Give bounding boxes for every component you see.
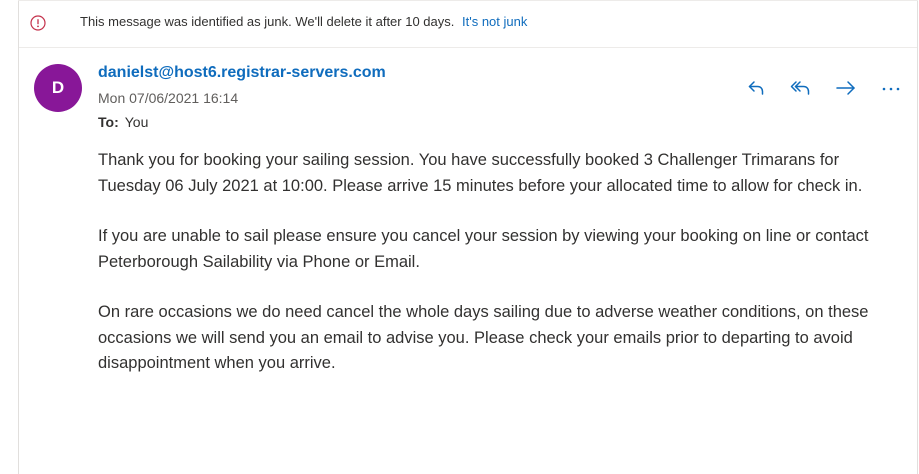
more-actions-button[interactable]: [877, 74, 905, 102]
email-reading-pane: This message was identified as junk. We'…: [0, 0, 919, 474]
forward-icon: [836, 81, 855, 95]
body-paragraph-3: On rare occasions we do need cancel the …: [98, 303, 869, 372]
reply-all-icon: [790, 81, 810, 95]
right-divider: [917, 0, 918, 474]
sender-address[interactable]: danielst@host6.registrar-servers.com: [98, 64, 386, 82]
email-date: Mon 07/06/2021 16:14: [98, 90, 239, 106]
reply-button[interactable]: [742, 74, 770, 102]
avatar-initial: D: [51, 78, 65, 97]
not-junk-link[interactable]: It's not junk: [462, 14, 527, 29]
body-paragraph-1: Thank you for booking your sailing sessi…: [98, 151, 863, 195]
email-body: Thank you for booking your sailing sessi…: [98, 148, 898, 402]
to-label: To:: [98, 114, 119, 130]
junk-message: This message was identified as junk. We'…: [80, 14, 527, 29]
more-icon: [882, 87, 900, 91]
reply-icon: [748, 81, 764, 95]
message-actions: [742, 74, 905, 102]
body-paragraph-2: If you are unable to sail please ensure …: [98, 227, 869, 271]
reply-all-button[interactable]: [787, 74, 815, 102]
to-value[interactable]: You: [125, 114, 149, 130]
junk-message-text: This message was identified as junk. We'…: [80, 14, 455, 29]
recipient-line: To: You: [98, 114, 148, 130]
left-divider: [18, 0, 19, 474]
info-icon: [30, 15, 46, 31]
forward-button[interactable]: [832, 74, 860, 102]
avatar[interactable]: D: [34, 64, 82, 112]
